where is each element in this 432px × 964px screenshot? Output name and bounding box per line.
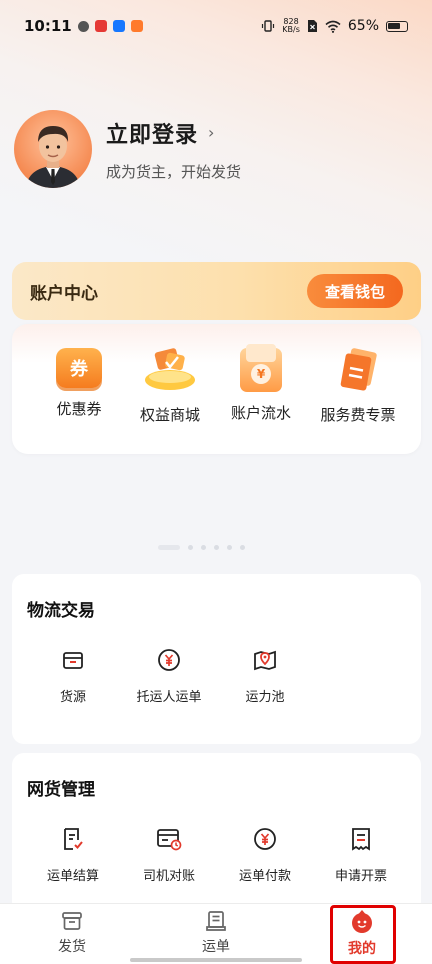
carousel-dot xyxy=(214,545,219,550)
logistics-item-shipper-waybill[interactable]: 托运人运单 xyxy=(121,648,217,705)
leaf-notification-icon xyxy=(77,20,89,32)
avatar-person-icon xyxy=(26,126,80,188)
tab-label: 发货 xyxy=(58,939,86,955)
account-item-label: 服务费专票 xyxy=(320,406,396,424)
capacity-pool-icon xyxy=(254,650,276,671)
tab-mine-highlight-box xyxy=(330,905,396,964)
account-statement-icon-yen: ¥ xyxy=(251,364,271,384)
status-time: 10:11 xyxy=(24,17,72,35)
freight-management-section: 网货管理 运单结算 司机对账 运单付款 申请开票 xyxy=(12,753,421,913)
battery-icon xyxy=(386,20,408,32)
logistics-item-cargo[interactable]: 货源 xyxy=(25,648,121,705)
carousel-dot xyxy=(201,545,206,550)
view-wallet-button[interactable]: 查看钱包 xyxy=(307,274,403,308)
ship-icon xyxy=(62,912,82,930)
shipper-waybill-icon xyxy=(158,649,180,671)
alipay-notification-icon xyxy=(112,20,125,32)
cargo-box-icon xyxy=(63,652,83,669)
freight-item-label: 运单付款 xyxy=(238,869,291,884)
maps-notification-icon xyxy=(130,20,143,32)
account-statement-icon: ¥ xyxy=(240,344,282,392)
account-item-label: 优惠券 xyxy=(56,400,102,418)
benefits-mall-icon xyxy=(145,348,195,390)
freight-item-label: 运单结算 xyxy=(46,869,99,884)
vibrate-icon xyxy=(262,20,275,32)
login-subtitle: 成为货主，开始发货 xyxy=(106,162,242,181)
account-center-items: 券 优惠券 权益商城 ¥ 账户流水 服务费专票 xyxy=(12,324,421,454)
battery-percent: 65% xyxy=(347,18,379,34)
logistics-item-label: 货源 xyxy=(59,690,86,705)
home-indicator[interactable] xyxy=(130,958,302,962)
login-title[interactable]: 立即登录 xyxy=(106,117,198,149)
network-speed: 828 KB/s xyxy=(282,18,300,34)
logistics-item-label: 运力池 xyxy=(245,690,285,705)
account-center-header: 账户中心 查看钱包 xyxy=(12,262,421,320)
news-app-notification-icon xyxy=(94,20,107,32)
coupon-icon-text: 券 xyxy=(70,359,88,380)
network-speed-unit: KB/s xyxy=(282,25,300,34)
logistics-item-label: 托运人运单 xyxy=(136,690,202,705)
freight-item-apply-invoice[interactable]: 申请开票 xyxy=(313,827,409,884)
account-item-benefits-mall[interactable]: 权益商城 xyxy=(125,348,215,425)
freight-item-waybill-payment[interactable]: 运单付款 xyxy=(217,827,313,884)
freight-item-label: 申请开票 xyxy=(334,869,387,884)
freight-item-waybill-settlement[interactable]: 运单结算 xyxy=(25,827,121,884)
account-center-title: 账户中心 xyxy=(30,283,98,304)
carousel-dot xyxy=(240,545,245,550)
chevron-right-icon: › xyxy=(208,123,215,142)
tab-waybill[interactable]: 运单 xyxy=(176,910,256,956)
account-item-label: 权益商城 xyxy=(139,406,200,424)
driver-reconcile-icon xyxy=(157,829,182,851)
logistics-section: 物流交易 货源 托运人运单 运力池 xyxy=(12,574,421,744)
account-item-service-invoice[interactable]: 服务费专票 xyxy=(308,348,408,425)
freight-item-label: 司机对账 xyxy=(142,869,195,884)
carousel-dot xyxy=(188,545,193,550)
tab-label: 运单 xyxy=(202,939,230,955)
tab-ship[interactable]: 发货 xyxy=(32,910,112,956)
waybill-payment-icon xyxy=(254,828,276,850)
apply-invoice-icon xyxy=(352,828,370,851)
account-item-account-statement[interactable]: ¥ 账户流水 xyxy=(216,344,306,423)
login-profile[interactable]: 立即登录 › 成为货主，开始发货 xyxy=(14,110,241,188)
status-bar: 10:11 828 KB/s 65% xyxy=(0,0,432,52)
coupon-icon: 券 xyxy=(56,348,102,388)
account-statement-icon-card xyxy=(246,344,276,362)
no-sim-icon xyxy=(307,20,317,32)
avatar[interactable] xyxy=(14,110,92,188)
waybill-icon xyxy=(206,911,226,931)
wifi-icon xyxy=(325,20,341,33)
freight-section-title: 网货管理 xyxy=(27,780,95,800)
account-item-coupon[interactable]: 券 优惠券 xyxy=(34,348,124,419)
logistics-section-title: 物流交易 xyxy=(27,601,95,621)
carousel-dot xyxy=(227,545,232,550)
carousel-dot-active xyxy=(158,545,180,550)
freight-item-driver-reconcile[interactable]: 司机对账 xyxy=(121,827,217,884)
carousel-indicator xyxy=(158,545,245,550)
service-invoice-icon xyxy=(340,348,377,391)
waybill-settlement-icon xyxy=(64,828,83,850)
logistics-item-capacity-pool[interactable]: 运力池 xyxy=(217,648,313,705)
account-item-label: 账户流水 xyxy=(230,404,291,422)
